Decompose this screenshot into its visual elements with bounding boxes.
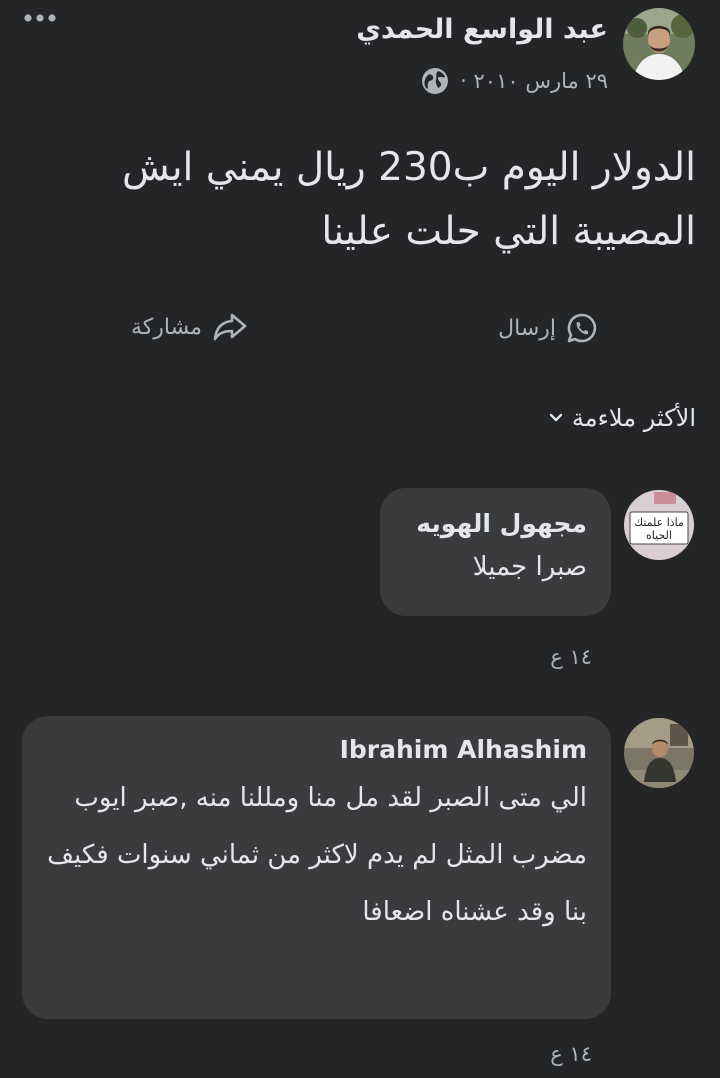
comment-time[interactable]: ١٤ ع xyxy=(550,1042,592,1066)
comments-sort-dropdown[interactable]: الأكثر ملاءمة xyxy=(548,404,696,432)
post-text: الدولار اليوم ب230 ريال يمني ايش المصيبة… xyxy=(121,145,696,254)
comment-author[interactable]: Ibrahim Alhashim xyxy=(42,730,587,770)
comment-bubble: مجهول الهويه صبرا جميلا xyxy=(380,488,611,616)
chevron-down-icon xyxy=(549,413,563,422)
commenter-avatar[interactable]: ماذا علمتك الحياه xyxy=(624,490,694,560)
author-name[interactable]: عبد الواسع الحمدي xyxy=(356,14,608,45)
comment-text: صبرا جميلا xyxy=(472,552,587,582)
send-label: إرسال xyxy=(498,315,556,341)
globe-icon xyxy=(422,68,449,94)
author-avatar[interactable] xyxy=(623,8,695,80)
whatsapp-icon xyxy=(567,313,597,343)
share-label: مشاركة xyxy=(130,314,202,340)
post-meta: ٢٩ مارس ٢٠١٠ · xyxy=(420,66,608,96)
comment-author[interactable]: مجهول الهويه xyxy=(400,506,587,542)
share-arrow-icon xyxy=(213,313,247,341)
send-button[interactable]: إرسال xyxy=(498,312,598,344)
post-date[interactable]: ٢٩ مارس ٢٠١٠ · xyxy=(460,69,608,93)
sort-label: الأكثر ملاءمة xyxy=(571,404,696,432)
commenter-avatar[interactable] xyxy=(624,718,694,788)
share-button[interactable]: مشاركة xyxy=(131,312,248,342)
comment-time[interactable]: ١٤ ع xyxy=(550,645,592,669)
comment-bubble: Ibrahim Alhashim الي متى الصبر لقد مل من… xyxy=(22,716,611,1019)
comment-text: الي متى الصبر لقد مل منا ومللنا منه ,صبر… xyxy=(47,783,587,927)
post-page: عبد الواسع الحمدي ٢٩ مارس ٢٠١٠ · الدولار… xyxy=(0,0,720,1078)
avatar-sign-text: ماذا علمتك الحياه xyxy=(634,516,684,542)
more-options-icon[interactable] xyxy=(22,6,58,30)
